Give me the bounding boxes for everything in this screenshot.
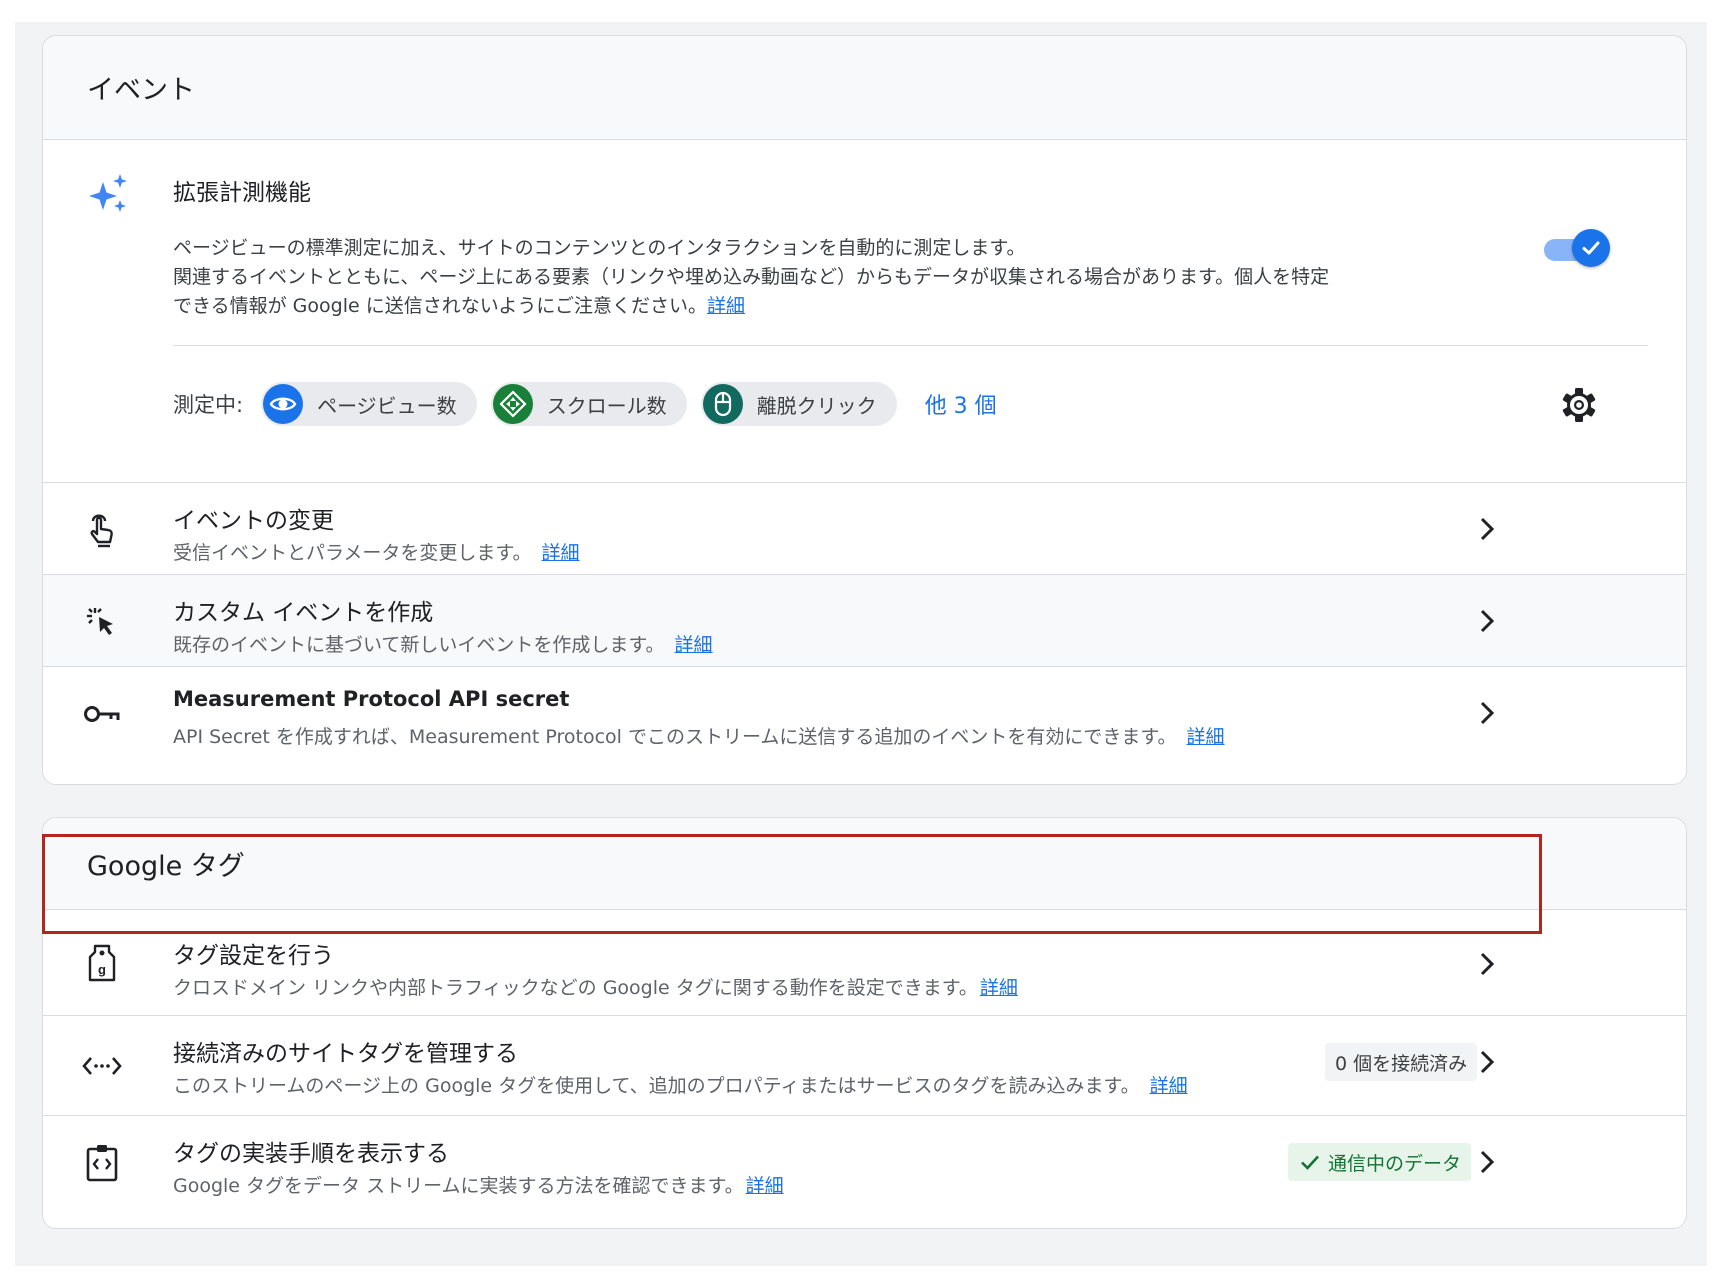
chevron-right-icon — [1480, 952, 1495, 976]
eye-icon — [263, 384, 304, 424]
enhanced-measurement-toggle[interactable] — [1544, 229, 1610, 269]
description-line: できる情報が Google に送信されないようにご注意ください。詳細 — [173, 292, 1583, 321]
row-subtitle: 受信イベントとパラメータを変更します。 詳細 — [173, 538, 580, 565]
enhanced-measurement-title: 拡張計測機能 — [173, 180, 311, 206]
events-card-title: イベント — [87, 75, 195, 106]
chip-label: ページビュー数 — [317, 393, 457, 418]
data-flowing-badge: 通信中のデータ — [1288, 1143, 1472, 1181]
chip-label: 離脱クリック — [756, 393, 877, 418]
description-line: 関連するイベントとともに、ページ上にある要素（リンクや埋め込み動画など）からもデ… — [173, 266, 1330, 288]
row-title: イベントの変更 — [173, 508, 334, 534]
description-text: できる情報が Google に送信されないようにご注意ください。 — [173, 295, 707, 317]
manage-connected-site-tags-row[interactable]: 接続済みのサイトタグを管理する このストリームのページ上の Google タグを… — [43, 1016, 1686, 1116]
cursor-click-icon — [81, 601, 123, 643]
learn-more-link[interactable]: 詳細 — [1186, 726, 1224, 748]
create-custom-event-row[interactable]: カスタム イベントを作成 既存のイベントに基づいて新しいイベントを作成します。詳… — [43, 575, 1686, 667]
google-tag-card-header: Google タグ — [43, 818, 1686, 910]
configure-tag-settings-row[interactable]: g タグ設定を行う クロスドメイン リンクや内部トラフィックなどの Google… — [43, 910, 1686, 1016]
data-flowing-label: 通信中のデータ — [1328, 1152, 1462, 1175]
mouse-icon — [702, 384, 743, 424]
row-subtitle: Google タグをデータ ストリームに実装する方法を確認できます。 詳細 — [173, 1171, 784, 1198]
events-card-header: イベント — [43, 36, 1686, 140]
row-subtitle-text: クロスドメイン リンクや内部トラフィックなどの Google タグに関する動作を… — [173, 977, 978, 999]
description-line: ページビューの標準測定に加え、サイトのコンテンツとのインタラクションを自動的に測… — [173, 237, 1026, 259]
row-subtitle: 既存のイベントに基づいて新しいイベントを作成します。 詳細 — [173, 630, 713, 657]
row-title: カスタム イベントを作成 — [173, 600, 434, 626]
chip-page-views[interactable]: ページビュー数 — [261, 382, 477, 426]
check-icon — [1582, 241, 1600, 255]
google-tag-card: Google タグ g タグ設定を行う クロスドメイン リンクや内部トラフィック… — [42, 817, 1687, 1229]
learn-more-link[interactable]: 詳細 — [980, 977, 1018, 999]
row-title: タグの実装手順を表示する — [173, 1141, 449, 1167]
chip-label: スクロール数 — [546, 393, 667, 418]
svg-text:g: g — [98, 962, 106, 977]
row-subtitle: このストリームのページ上の Google タグを使用して、追加のプロパティまたは… — [173, 1071, 1188, 1098]
row-subtitle: API Secret を作成すれば、Measurement Protocol で… — [173, 722, 1225, 749]
learn-more-link[interactable]: 詳細 — [542, 542, 580, 564]
scroll-arrows-icon — [492, 384, 533, 424]
gear-icon[interactable] — [1559, 385, 1599, 425]
code-arrows-icon — [81, 1045, 123, 1087]
enhanced-measurement-description: ページビューの標準測定に加え、サイトのコンテンツとのインタラクションを自動的に測… — [173, 234, 1583, 321]
view-tag-instructions-row[interactable]: タグの実装手順を表示する Google タグをデータ ストリームに実装する方法を… — [43, 1116, 1686, 1208]
connected-count-badge: 0 個を接続済み — [1325, 1043, 1478, 1081]
row-title: 接続済みのサイトタグを管理する — [173, 1041, 518, 1067]
chip-scrolls[interactable]: スクロール数 — [490, 382, 687, 426]
chevron-right-icon — [1480, 1050, 1495, 1074]
chevron-right-icon — [1480, 609, 1495, 633]
row-subtitle: クロスドメイン リンクや内部トラフィックなどの Google タグに関する動作を… — [173, 973, 1018, 1000]
learn-more-link[interactable]: 詳細 — [707, 295, 745, 317]
tag-icon: g — [81, 942, 123, 984]
measuring-label: 測定中: — [173, 393, 244, 417]
row-subtitle-text: 受信イベントとパラメータを変更します。 — [173, 542, 532, 564]
toggle-knob — [1572, 229, 1610, 267]
sparkle-icon — [89, 174, 127, 212]
learn-more-link[interactable]: 詳細 — [1150, 1075, 1188, 1097]
enhanced-measurement-section: 拡張計測機能 ページビューの標準測定に加え、サイトのコンテンツとのインタラクショ… — [43, 140, 1686, 483]
chevron-right-icon — [1480, 1150, 1495, 1174]
chevron-right-icon — [1480, 517, 1495, 541]
more-events-link[interactable]: 他 3 個 — [925, 388, 997, 420]
events-card: イベント 拡張計測機能 ページビューの標準測定に加え、サイトのコンテンツとのイン… — [42, 35, 1687, 785]
row-title: タグ設定を行う — [173, 943, 334, 969]
clipboard-code-icon — [81, 1142, 123, 1184]
chevron-right-icon — [1480, 701, 1495, 725]
page-background: イベント 拡張計測機能 ページビューの標準測定に加え、サイトのコンテンツとのイン… — [15, 22, 1707, 1266]
modify-events-row[interactable]: イベントの変更 受信イベントとパラメータを変更します。 詳細 — [43, 483, 1686, 575]
google-tag-card-title: Google タグ — [87, 851, 245, 882]
check-icon — [1301, 1155, 1319, 1170]
row-title: Measurement Protocol API secret — [173, 687, 570, 711]
measuring-chips-row: 測定中: ページビュー数 スクロール数 離脱クリック 他 3 個 — [173, 382, 997, 426]
divider — [173, 345, 1648, 346]
learn-more-link[interactable]: 詳細 — [675, 634, 713, 656]
row-subtitle-text: Google タグをデータ ストリームに実装する方法を確認できます。 — [173, 1175, 744, 1197]
row-subtitle-text: このストリームのページ上の Google タグを使用して、追加のプロパティまたは… — [173, 1075, 1140, 1097]
learn-more-link[interactable]: 詳細 — [746, 1175, 784, 1197]
measurement-protocol-row[interactable]: Measurement Protocol API secret API Secr… — [43, 667, 1686, 759]
row-subtitle-text: 既存のイベントに基づいて新しいイベントを作成します。 — [173, 634, 665, 656]
row-subtitle-text: API Secret を作成すれば、Measurement Protocol で… — [173, 726, 1177, 748]
chip-outbound-clicks[interactable]: 離脱クリック — [700, 382, 897, 426]
key-icon — [81, 693, 123, 735]
touch-hand-icon — [81, 509, 123, 551]
